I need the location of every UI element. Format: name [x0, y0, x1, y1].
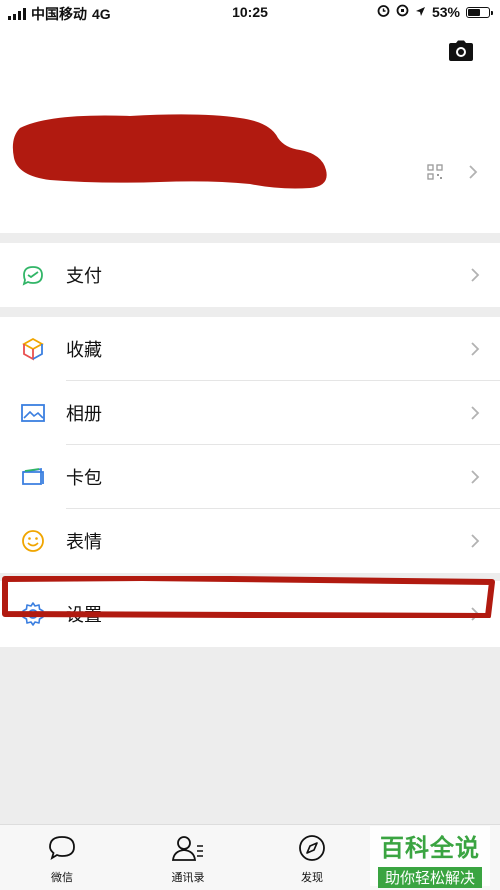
tab-contacts[interactable]: 通讯录 — [148, 833, 228, 885]
status-bar: 中国移动 4G 10:25 53% — [0, 0, 500, 24]
battery-percent: 53% — [431, 4, 460, 20]
menu-item-album[interactable]: 相册 — [0, 381, 500, 445]
watermark-logo: 百科全说 助你轻松解决 — [370, 826, 490, 888]
rotation-lock-icon — [396, 4, 409, 20]
camera-icon[interactable] — [448, 40, 474, 62]
tab-label: 通讯录 — [171, 872, 205, 884]
wechat-pay-icon — [20, 262, 46, 288]
chat-bubble-icon — [22, 833, 102, 863]
profile-header[interactable] — [0, 24, 500, 233]
menu-item-label: 支付 — [66, 266, 102, 286]
smiley-icon — [20, 528, 46, 554]
chevron-right-icon — [470, 533, 480, 549]
collection-section: 收藏 相册 卡包 表情 — [0, 317, 500, 573]
tab-label: 微信 — [51, 872, 73, 884]
tab-chats[interactable]: 微信 — [22, 833, 102, 885]
menu-item-label: 设置 — [66, 605, 102, 625]
chevron-right-icon — [470, 469, 480, 485]
contacts-icon — [148, 833, 228, 863]
menu-item-label: 相册 — [66, 404, 102, 424]
alarm-icon — [377, 4, 390, 20]
menu-item-settings[interactable]: 设置 — [0, 581, 500, 647]
menu-item-label: 表情 — [66, 532, 102, 552]
cube-icon — [20, 336, 46, 362]
chevron-right-icon — [470, 606, 480, 622]
battery-icon — [466, 6, 493, 18]
qr-code-icon[interactable] — [427, 164, 443, 180]
gear-icon — [20, 601, 46, 627]
watermark-subtitle: 助你轻松解决 — [378, 867, 482, 888]
wallet-icon — [20, 464, 46, 490]
settings-section: 设置 — [0, 581, 500, 647]
menu-item-stickers[interactable]: 表情 — [0, 509, 500, 573]
watermark-title: 百科全说 — [380, 835, 480, 862]
location-icon — [415, 4, 426, 20]
menu-item-cards[interactable]: 卡包 — [0, 445, 500, 509]
pay-section: 支付 — [0, 243, 500, 307]
chevron-right-icon — [470, 405, 480, 421]
menu-item-favorites[interactable]: 收藏 — [0, 317, 500, 381]
tab-label: 发现 — [301, 872, 323, 884]
photo-icon — [20, 400, 46, 426]
redacted-name-scribble — [12, 114, 327, 189]
menu-item-label: 收藏 — [66, 340, 102, 360]
menu-item-label: 卡包 — [66, 468, 102, 488]
tab-discover[interactable]: 发现 — [272, 833, 352, 885]
chevron-right-icon — [468, 164, 478, 180]
compass-icon — [272, 833, 352, 863]
menu-item-pay[interactable]: 支付 — [0, 243, 500, 307]
chevron-right-icon — [470, 341, 480, 357]
chevron-right-icon — [470, 267, 480, 283]
